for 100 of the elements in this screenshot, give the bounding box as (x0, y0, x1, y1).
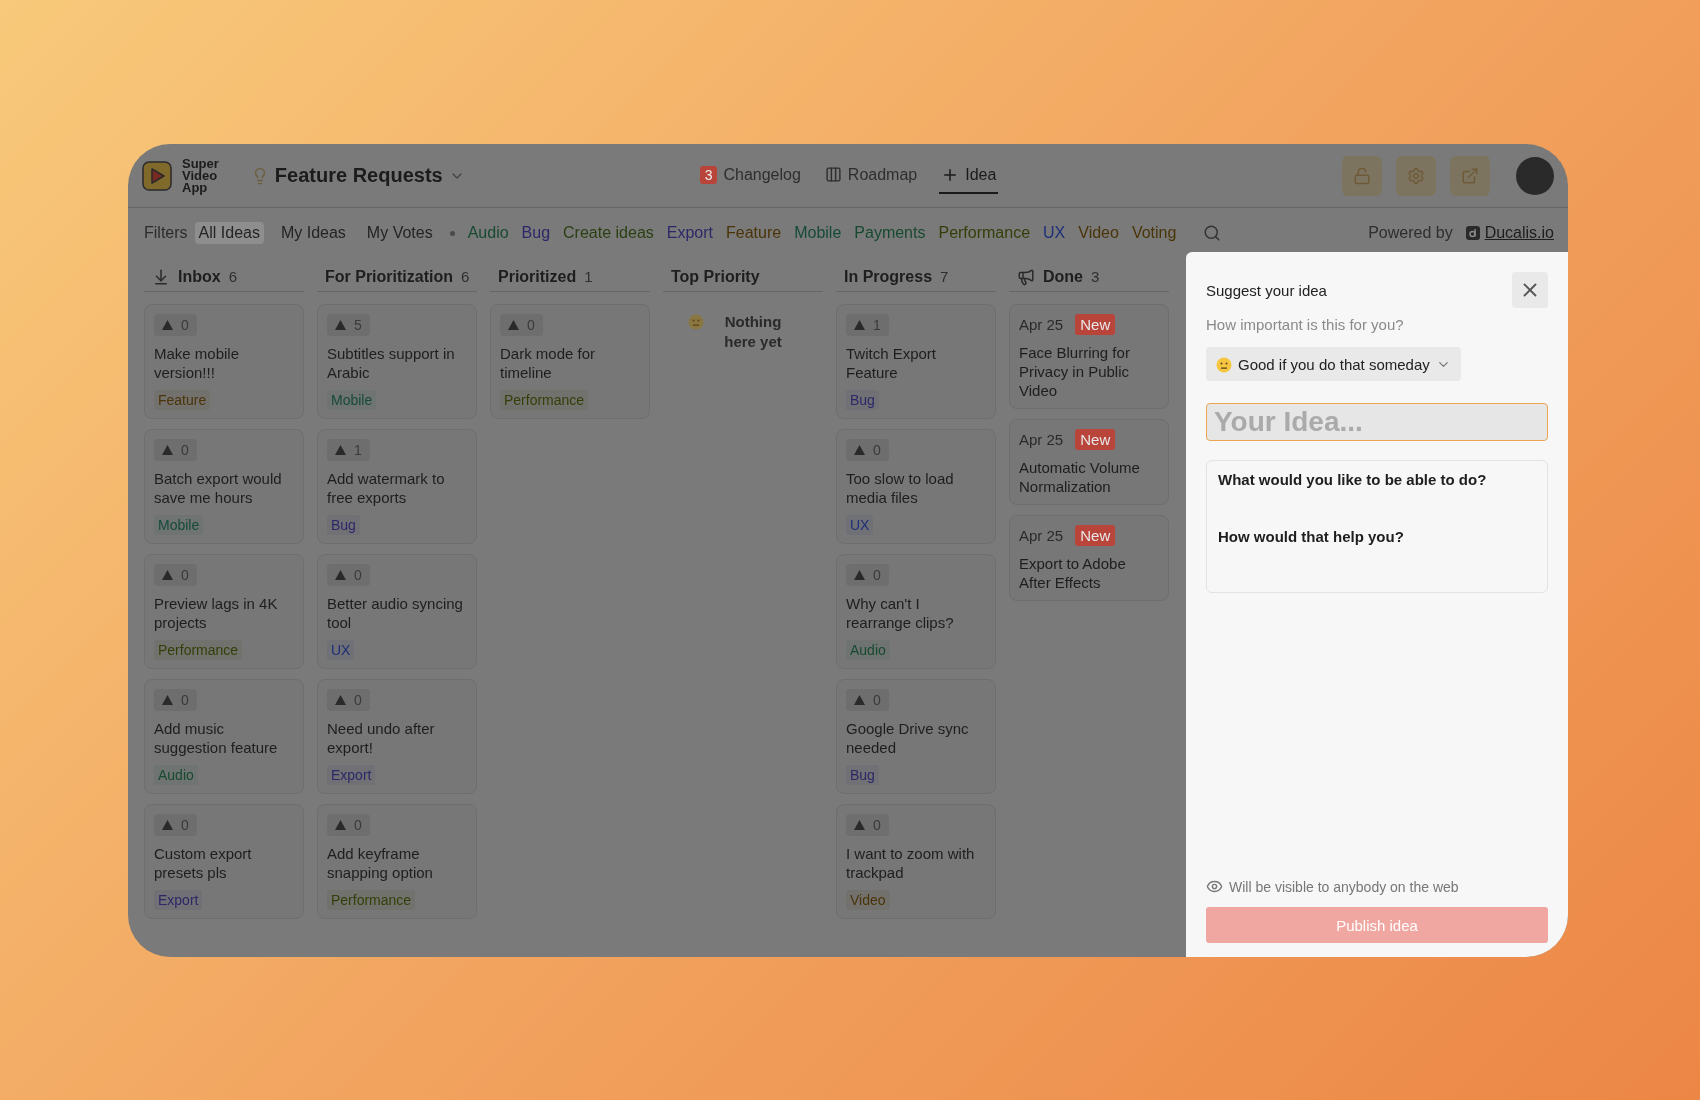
prompt-text: What would you like to be able to do? (1218, 471, 1488, 488)
unlock-button[interactable] (1342, 155, 1382, 196)
prompt-text: How would that help you? (1218, 528, 1405, 545)
play-logo-icon (142, 160, 172, 191)
idea-card[interactable]: Apr 25 New Export to Adobe After Effects (1009, 515, 1169, 601)
avatar[interactable] (1516, 156, 1554, 195)
external-link-icon (1461, 166, 1479, 185)
tag-filter[interactable]: Bug (521, 224, 551, 242)
card-title: Dark mode for timeline (500, 344, 597, 382)
card-tag: Mobile (327, 390, 377, 410)
download-icon (152, 267, 170, 286)
card-tag: Bug (846, 390, 879, 410)
triangle-up-icon (162, 820, 173, 830)
triangle-up-icon (854, 570, 865, 580)
tag-filter[interactable]: Payments (854, 224, 926, 242)
triangle-up-icon (854, 820, 865, 830)
new-badge: New (1075, 314, 1116, 335)
triangle-up-icon (335, 570, 346, 580)
tag-filter[interactable]: Voting (1131, 224, 1177, 242)
visibility-note: Will be visible to anybody on the web (1229, 878, 1459, 895)
triangle-up-icon (335, 445, 346, 455)
logo-text: Super Video App (182, 157, 219, 194)
triangle-up-icon (335, 320, 346, 330)
description-field[interactable]: What would you like to be able to do? How would that help you? (1206, 460, 1548, 593)
tag-filter[interactable]: Audio (467, 224, 509, 242)
card-title: Preview lags in 4K projects (154, 594, 279, 632)
card-tag: Mobile (154, 515, 204, 535)
card-tag: UX (327, 640, 355, 660)
tag-filter[interactable]: Feature (726, 224, 782, 242)
card-tag: Video (846, 890, 890, 910)
nav-tab[interactable]: 3 Changelog (697, 157, 803, 194)
idea-card[interactable]: Apr 25 New Automatic Volume Normalization (1009, 419, 1169, 505)
column-count: 6 (461, 268, 470, 285)
card-tag: Performance (500, 390, 589, 410)
card-title: Too slow to load media files (846, 469, 955, 507)
count-badge: 3 (699, 165, 718, 184)
card-tag: UX (846, 515, 874, 535)
close-button[interactable] (1512, 272, 1548, 308)
empty-state-text: Nothing here yet (723, 312, 783, 352)
card-title: Why can't I rearrange clips? (846, 594, 955, 632)
triangle-up-icon (162, 320, 173, 330)
publish-button[interactable]: Publish idea (1206, 907, 1548, 943)
filters-label: Filters (144, 224, 188, 242)
card-title: I want to zoom with trackpad (846, 844, 976, 882)
tag-filter[interactable]: Performance (938, 224, 1031, 242)
column-count: 3 (1091, 268, 1100, 285)
search-icon[interactable] (1203, 224, 1222, 242)
card-title: Export to Adobe After Effects (1019, 554, 1127, 592)
settings-button[interactable] (1396, 155, 1436, 196)
column-title: For Prioritization (325, 267, 453, 286)
share-button[interactable] (1450, 155, 1490, 196)
neutral-face-icon (1216, 357, 1232, 373)
padlock-icon (1353, 166, 1371, 185)
settings-icon (1407, 166, 1425, 185)
ducalis-link[interactable]: Ducalis.io (1484, 224, 1554, 242)
powered-by-text: Powered by (1368, 224, 1453, 242)
card-tag: Bug (846, 765, 879, 785)
triangle-up-icon (508, 320, 519, 330)
filter-tab[interactable]: My Ideas (276, 222, 350, 244)
triangle-up-icon (854, 695, 865, 705)
megaphone-icon (1017, 267, 1035, 286)
card-title: Subtitles support in Arabic (327, 344, 456, 382)
card-tag: Audio (846, 640, 890, 660)
card-title: Better audio syncing tool (327, 594, 464, 632)
column-count: 6 (228, 268, 237, 285)
board-title[interactable]: Feature Requests (274, 164, 443, 187)
card-title: Google Drive sync needed (846, 719, 970, 757)
triangle-up-icon (335, 695, 346, 705)
new-badge: New (1075, 525, 1116, 546)
tag-filter[interactable]: Export (666, 224, 714, 242)
tag-filter[interactable]: Video (1078, 224, 1119, 242)
nav-tab[interactable]: Roadmap (822, 157, 920, 194)
card-date: Apr 25 (1019, 316, 1064, 333)
card-tag: Export (154, 890, 203, 910)
card-tag: Feature (154, 390, 211, 410)
column-title: Done (1043, 267, 1083, 286)
filter-tab[interactable]: My Votes (362, 222, 437, 244)
importance-select[interactable]: Good if you do that someday (1206, 347, 1461, 381)
tag-filter[interactable]: UX (1043, 224, 1066, 242)
card-tag: Audio (154, 765, 198, 785)
triangle-up-icon (162, 445, 173, 455)
nav-tab[interactable]: Idea (939, 157, 999, 194)
card-title: Add keyframe snapping option (327, 844, 434, 882)
tag-filter[interactable]: Create ideas (563, 224, 654, 242)
card-title: Automatic Volume Normalization (1019, 458, 1141, 496)
triangle-up-icon (854, 320, 865, 330)
card-title: Face Blurring for Privacy in Public Video (1019, 343, 1131, 400)
card-title: Batch export would save me hours (154, 469, 283, 507)
card-title: Add watermark to free exports (327, 469, 446, 507)
card-title: Add music suggestion feature (154, 719, 279, 757)
idea-title-field[interactable]: Your Idea... (1206, 403, 1548, 441)
triangle-up-icon (162, 570, 173, 580)
panel-title: Suggest your idea (1206, 281, 1327, 299)
column-count: 7 (940, 268, 949, 285)
idea-card[interactable]: Apr 25 New Face Blurring for Privacy in Public Video (1009, 304, 1169, 409)
column-title: In Progress (844, 267, 933, 286)
filter-tab[interactable]: All Ideas (194, 222, 264, 244)
card-title: Make mobile version!!! (154, 344, 241, 382)
column-count: 1 (584, 268, 593, 285)
tag-filter[interactable]: Mobile (794, 224, 842, 242)
